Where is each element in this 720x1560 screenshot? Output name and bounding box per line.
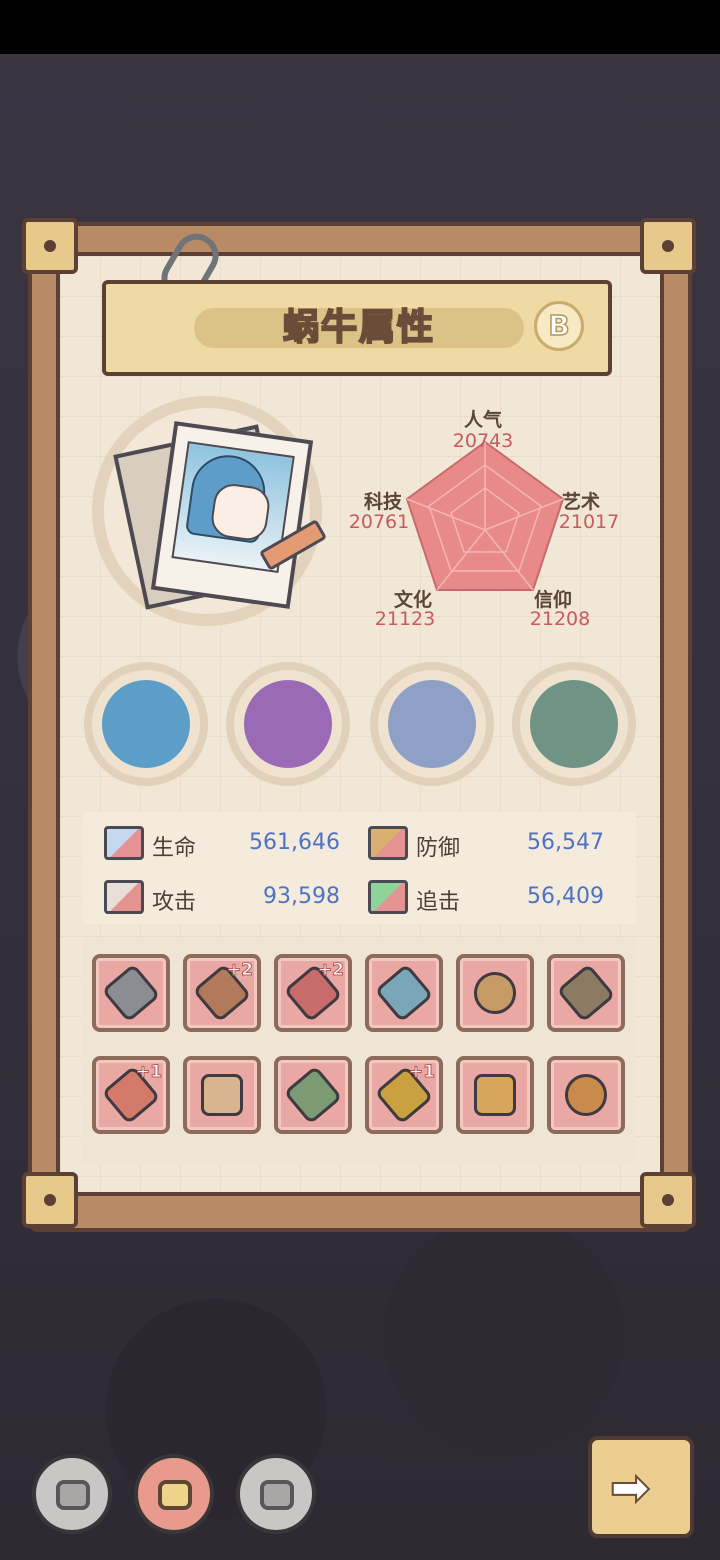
equipment-slot-1[interactable] bbox=[92, 954, 170, 1032]
enhance-level: +1 bbox=[408, 1062, 435, 1083]
stat-value-life: 561,646 bbox=[249, 830, 340, 855]
equipment-slot-2[interactable]: +2 bbox=[183, 954, 261, 1032]
page-title: 蜗牛属性 bbox=[282, 306, 435, 349]
defense-icon bbox=[368, 826, 408, 860]
stat-value-pursuit: 56,409 bbox=[527, 884, 604, 909]
snail-card-icon bbox=[158, 1480, 192, 1510]
radar-value-tech: 20761 bbox=[348, 511, 410, 533]
radar-label-tech: 科技 bbox=[363, 491, 402, 513]
frame-corner bbox=[22, 1172, 78, 1228]
portrait-face bbox=[208, 481, 272, 543]
equipment-slot-4[interactable] bbox=[365, 954, 443, 1032]
ring-icon bbox=[465, 963, 525, 1023]
stat-value-attack: 93,598 bbox=[263, 884, 340, 909]
snail-face-icon bbox=[56, 1480, 90, 1510]
equipment-slot-6[interactable] bbox=[547, 954, 625, 1032]
compass-icon bbox=[388, 680, 476, 768]
radar-value-popularity: 20743 bbox=[452, 430, 514, 452]
sword-icon bbox=[374, 963, 434, 1023]
ornament-icon bbox=[556, 963, 616, 1023]
winged-armor-icon bbox=[474, 1074, 516, 1116]
jeweled-amulet-icon bbox=[565, 1074, 607, 1116]
status-bar bbox=[0, 0, 720, 54]
snail-portrait[interactable] bbox=[150, 421, 314, 609]
helmet-icon bbox=[101, 963, 161, 1023]
pursuit-icon bbox=[368, 880, 408, 914]
equipment-slot-5[interactable] bbox=[456, 954, 534, 1032]
equipment-slot-3[interactable]: +2 bbox=[274, 954, 352, 1032]
arrow-right-icon: ➡ bbox=[609, 1460, 651, 1516]
nav-snail-brain-button[interactable] bbox=[236, 1454, 316, 1534]
snail-brain-icon bbox=[260, 1480, 294, 1510]
radar-value-faith: 21208 bbox=[529, 608, 591, 630]
radar-label-art: 艺术 bbox=[561, 491, 600, 513]
stat-label-life: 生命 bbox=[152, 836, 197, 861]
attribute-slot-4[interactable] bbox=[512, 662, 636, 786]
chaos-orb-icon bbox=[102, 680, 190, 768]
stat-label-pursuit: 追击 bbox=[416, 890, 461, 915]
stat-label-defense: 防御 bbox=[416, 836, 461, 861]
buddha-statue-icon bbox=[530, 680, 618, 768]
stat-label-attack: 攻击 bbox=[152, 890, 197, 915]
equipment-slot-8[interactable] bbox=[183, 1056, 261, 1134]
enhance-level: +2 bbox=[317, 960, 344, 981]
radar-value-art: 21017 bbox=[558, 511, 620, 533]
frame-corner bbox=[22, 218, 78, 274]
radar-value-culture: 21123 bbox=[374, 608, 436, 630]
attribute-slot-1[interactable] bbox=[84, 662, 208, 786]
attribute-slot-2[interactable] bbox=[226, 662, 350, 786]
life-icon bbox=[104, 826, 144, 860]
cloak-icon bbox=[201, 1074, 243, 1116]
frame-corner bbox=[640, 1172, 696, 1228]
enhance-level: +1 bbox=[135, 1062, 162, 1083]
attack-icon bbox=[104, 880, 144, 914]
heart-shell-icon bbox=[244, 680, 332, 768]
nav-snail-face-button[interactable] bbox=[32, 1454, 112, 1534]
hammer-icon bbox=[283, 1065, 343, 1125]
enhance-level: +2 bbox=[226, 960, 253, 981]
equipment-slot-9[interactable] bbox=[274, 1056, 352, 1134]
stat-value-defense: 56,547 bbox=[527, 830, 604, 855]
equipment-slot-11[interactable] bbox=[456, 1056, 534, 1134]
equipment-slot-12[interactable] bbox=[547, 1056, 625, 1134]
attribute-slot-3[interactable] bbox=[370, 662, 494, 786]
frame-corner bbox=[640, 218, 696, 274]
equipment-slot-10[interactable]: +1 bbox=[365, 1056, 443, 1134]
radar-label-popularity: 人气 bbox=[463, 409, 502, 431]
nav-snail-card-button[interactable] bbox=[134, 1454, 214, 1534]
next-button[interactable]: ➡ bbox=[588, 1436, 694, 1538]
grade-badge[interactable]: B bbox=[534, 301, 584, 351]
equipment-slot-7[interactable]: +1 bbox=[92, 1056, 170, 1134]
